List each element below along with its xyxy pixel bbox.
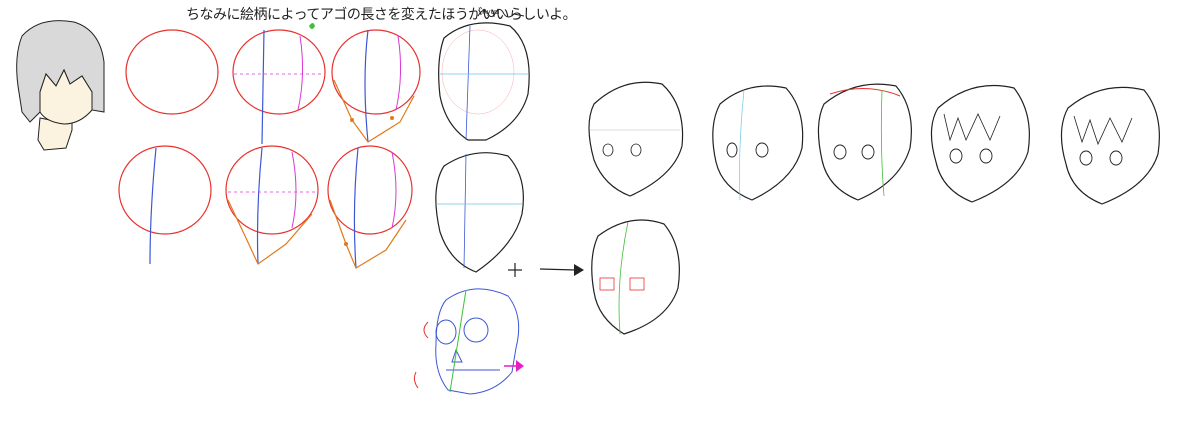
face-step-1 [588,81,684,197]
arrow-right-icon [539,264,584,276]
drawing-canvas: Ryuu [16,8,1160,395]
signature-doodle: Ryuu [477,8,525,18]
head-step-3b [327,145,413,269]
head-step-1a [125,29,219,115]
face-step-2 [712,85,804,201]
head-step-4b [435,152,524,273]
result-head [591,219,680,335]
head-step-4a [438,22,530,141]
head-step-3a [331,29,421,143]
reference-head [16,20,105,151]
skull-sketch [413,288,524,395]
head-step-1b [118,145,212,265]
plus-sign [508,263,522,277]
head-step-2b [225,145,319,265]
face-step-4 [930,85,1030,203]
face-step-5 [1060,86,1160,205]
signature-text: Ryuu [482,8,500,16]
face-step-3 [817,83,912,201]
leaf-doodle [309,23,315,29]
head-step-2a [232,29,326,145]
